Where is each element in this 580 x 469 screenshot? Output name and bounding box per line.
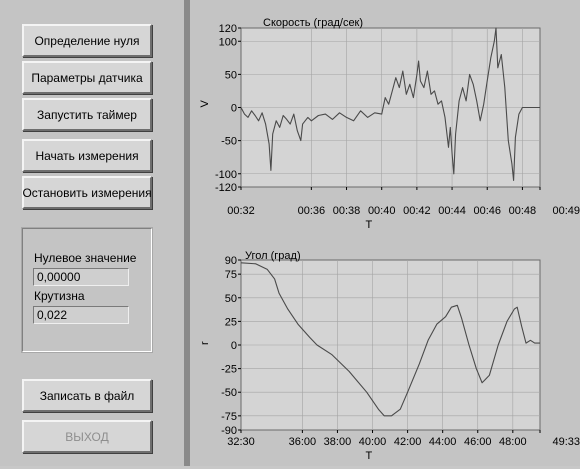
sensor-params-button[interactable]: Параметры датчика <box>22 61 152 94</box>
x-axis-label: T <box>366 219 373 231</box>
charts-panel: Скорость (град/сек) 120 100 50 0 -50 -100 -120 0… <box>190 0 580 466</box>
y-tick-label: 75 <box>225 269 237 281</box>
zero-value-field[interactable]: 0,00000 <box>33 268 129 286</box>
x-tick-label: 00:46 <box>473 205 501 217</box>
x-tick-label: 00:40 <box>368 205 396 217</box>
x-tick-label: 00:48 <box>509 205 537 217</box>
y-tick-label: -50 <box>221 387 237 399</box>
control-panel: Определение нуля Параметры датчика Запус… <box>0 0 184 466</box>
start-measure-button[interactable]: Начать измерения <box>22 139 152 172</box>
x-tick-label: 00:36 <box>298 205 326 217</box>
y-tick-label: 120 <box>219 23 237 35</box>
y-axis-label: r <box>199 341 211 345</box>
charts-svg: Скорость (град/сек) 120100 50 0 -50 -100-120 0… <box>199 17 580 462</box>
x-tick-label: 00:38 <box>333 205 361 217</box>
exit-button[interactable]: ВЫХОД <box>22 420 152 453</box>
chart-title: Скорость (град/сек) <box>263 17 363 29</box>
x-tick-label: 36:00 <box>289 436 317 448</box>
y-tick-label: -100 <box>215 169 237 181</box>
y-tick-label: -120 <box>215 182 237 194</box>
velocity-chart: Скорость (град/сек) 120100 50 0 -50 -100-120 0… <box>199 17 580 231</box>
x-tick-label: 00:49 <box>552 205 580 217</box>
y-axis-label: V <box>199 100 211 108</box>
x-axis-label: T <box>366 450 373 462</box>
x-tick-label: 00:44 <box>438 205 466 217</box>
x-tick-label: 38:00 <box>324 436 352 448</box>
x-tick-label: 40:00 <box>359 436 387 448</box>
slope-label: Крутизна <box>34 289 85 303</box>
sensor-settings-group: Нулевое значение 0,00000 Крутизна 0,022 <box>21 227 153 353</box>
y-tick-label: 25 <box>225 316 237 328</box>
start-timer-button[interactable]: Запустить таймер <box>22 98 152 131</box>
y-tick-label: 100 <box>219 36 237 48</box>
x-tick-label: 46:00 <box>464 436 492 448</box>
y-tick-label: 50 <box>225 69 237 81</box>
y-tick-label: -75 <box>221 411 237 423</box>
save-file-button[interactable]: Записать в файл <box>22 379 152 412</box>
y-tick-label: -50 <box>221 136 237 148</box>
y-tick-label: 0 <box>231 103 237 115</box>
slope-field[interactable]: 0,022 <box>33 306 129 324</box>
x-tick-label: 32:30 <box>227 436 255 448</box>
y-tick-label: 0 <box>231 340 237 352</box>
angle-chart: Угол (град)907550250-25-50-75-9032:30 36:… <box>199 250 580 462</box>
y-tick-label: 90 <box>225 255 237 267</box>
chart-title: Угол (град) <box>245 250 301 262</box>
y-tick-label: -25 <box>221 364 237 376</box>
x-tick-label: 48:00 <box>499 436 527 448</box>
x-tick-label: 42:00 <box>394 436 422 448</box>
y-tick-label: 50 <box>225 293 237 305</box>
stop-measure-button[interactable]: Остановить измерения <box>22 176 152 209</box>
zero-value-label: Нулевое значение <box>34 251 137 265</box>
x-tick-label: 00:32 <box>227 205 255 217</box>
zero-detect-button[interactable]: Определение нуля <box>22 24 152 57</box>
x-tick-label: 00:42 <box>403 205 431 217</box>
x-tick-label: 49:33 <box>552 436 580 448</box>
x-tick-label: 44:00 <box>429 436 457 448</box>
